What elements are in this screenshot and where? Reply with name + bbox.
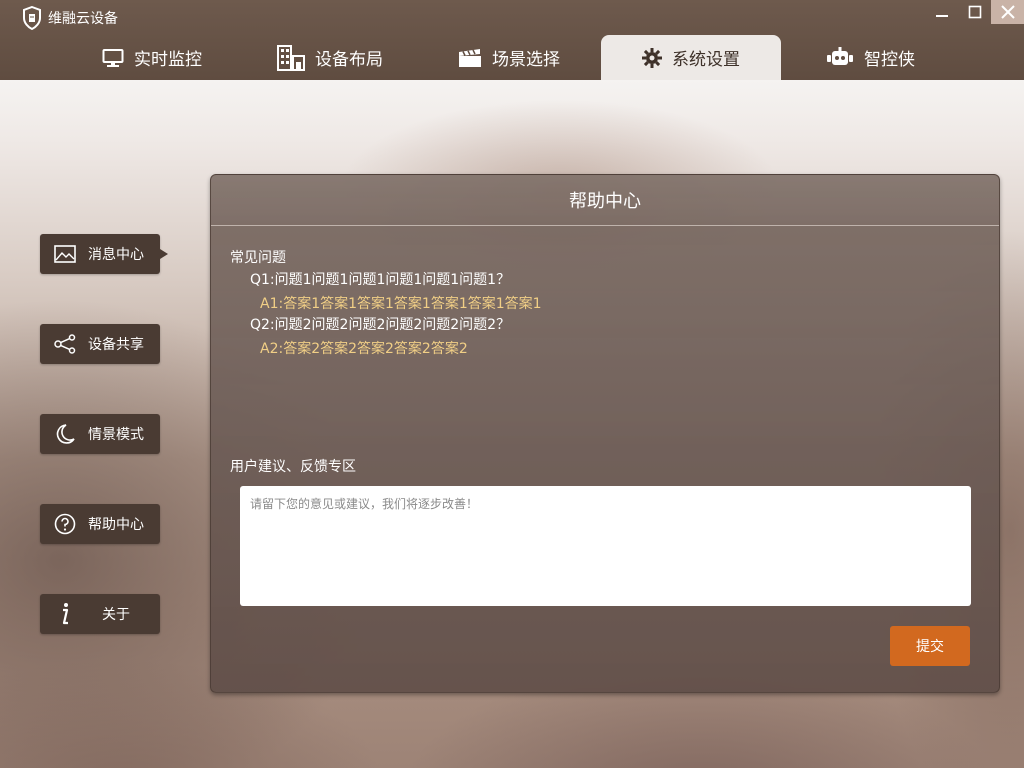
shield-logo-icon [23,6,41,30]
tab-system-settings[interactable]: 系统设置 [601,35,781,80]
brand: 维融云设备 [22,5,118,31]
sidebar-item-scene-mode[interactable]: 情景模式 [40,414,160,454]
help-center-panel: 帮助中心 常见问题 Q1:问题1问题1问题1问题1问题1问题1？ A1:答案1答… [210,174,1000,693]
sidebar-item-device-share[interactable]: 设备共享 [40,324,160,364]
sidebar-item-about[interactable]: 关于 [40,594,160,634]
faq-question: Q1:问题1问题1问题1问题1问题1问题1？ [250,272,511,288]
faq-answer: A1:答案1答案1答案1答案1答案1答案1答案1 [260,296,542,312]
sidebar-item-message-center[interactable]: 消息中心 [40,234,168,274]
monitor-icon [102,48,124,67]
maximize-icon [968,5,981,19]
tab-label: 场景选择 [492,50,560,70]
sidebar-item-label: 设备共享 [88,337,144,353]
tab-label: 设备布局 [315,50,383,70]
sidebar-item-label: 关于 [102,607,130,623]
maximize-button[interactable] [958,0,991,24]
panel-title: 帮助中心 [211,175,999,226]
faq-title: 常见问题 [230,250,286,266]
sidebar-item-label: 消息中心 [88,247,144,263]
question-icon [53,512,77,536]
image-icon [53,242,77,266]
app-title: 维融云设备 [48,11,118,27]
tab-label: 系统设置 [672,50,740,70]
tab-scene-select[interactable]: 场景选择 [446,35,572,80]
minimize-icon [935,15,948,17]
sidebar-item-help-center[interactable]: 帮助中心 [40,504,160,544]
close-button[interactable] [991,0,1024,24]
title-bar: 维融云设备 实时监控 设备布局 场景选择 系统设置 智控侠 [0,0,1024,80]
tab-smart-control[interactable]: 智控侠 [814,35,927,80]
sidebar-item-label: 帮助中心 [88,517,144,533]
feedback-input[interactable] [240,486,971,606]
window-controls [925,0,1024,24]
tab-label: 智控侠 [864,50,915,70]
sidebar-item-label: 情景模式 [88,427,144,443]
robot-icon [827,46,853,65]
feedback-title: 用户建议、反馈专区 [230,459,356,475]
submit-button[interactable]: 提交 [890,626,970,666]
info-icon [53,602,77,626]
top-nav: 实时监控 设备布局 场景选择 系统设置 智控侠 [0,35,1024,80]
faq-answer: A2:答案2答案2答案2答案2答案2 [260,341,468,357]
tab-label: 实时监控 [134,50,202,70]
building-icon [277,44,305,71]
tab-realtime-monitor[interactable]: 实时监控 [90,35,214,80]
minimize-button[interactable] [925,0,958,24]
faq-question: Q2:问题2问题2问题2问题2问题2问题2？ [250,317,511,333]
close-icon [1000,5,1015,19]
gear-icon [642,47,662,68]
moon-icon [53,422,77,446]
share-icon [53,332,77,356]
clapperboard-icon [459,48,481,67]
tab-device-layout[interactable]: 设备布局 [265,35,395,80]
